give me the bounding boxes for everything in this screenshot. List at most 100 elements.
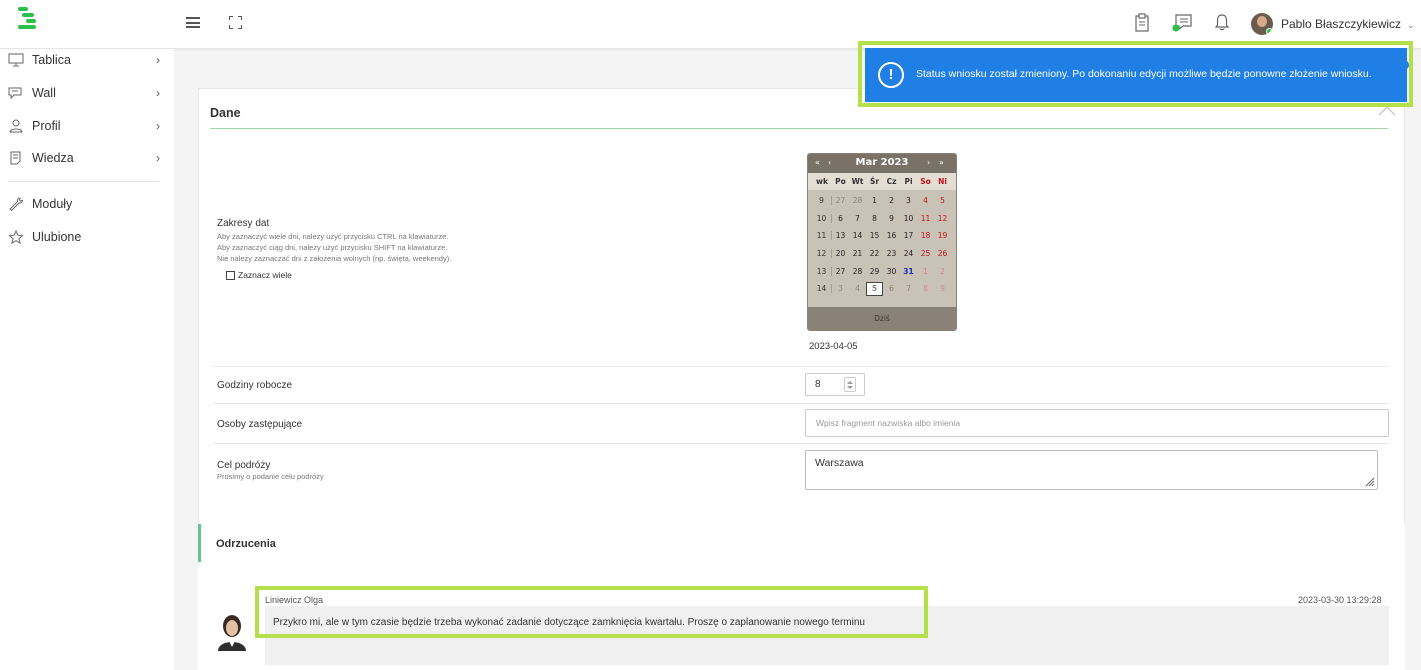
calendar-day[interactable]: 18 — [917, 231, 934, 240]
calendar-day[interactable]: 10 — [900, 214, 917, 223]
calendar-day[interactable]: 30 — [883, 267, 900, 276]
calendar-day[interactable]: 23 — [883, 249, 900, 258]
calendar-day[interactable]: 6 — [832, 214, 849, 223]
next-year-icon[interactable]: » — [939, 158, 944, 167]
substitutes-label: Osoby zastępujące — [217, 419, 303, 430]
calendar-day[interactable]: 1 — [917, 267, 934, 276]
chat-icon — [8, 87, 22, 100]
trip-purpose-label: Cel podróży — [217, 460, 271, 471]
section-rule — [210, 128, 1388, 129]
book-icon — [10, 151, 21, 165]
row-divider — [213, 366, 1390, 367]
date-ranges-hint: Aby zaznaczyć wiele dni, należy użyć prz… — [217, 232, 449, 241]
fullscreen-icon[interactable] — [229, 16, 242, 29]
calendar-day[interactable]: 5 — [934, 196, 951, 205]
calendar-day[interactable]: 14 — [849, 231, 866, 240]
bell-icon[interactable] — [1213, 13, 1231, 32]
calendar-day[interactable]: 4 — [849, 284, 866, 293]
toast-close-dot[interactable] — [1399, 60, 1409, 70]
working-hours-input[interactable]: 8 — [805, 373, 865, 396]
calendar-day[interactable]: 19 — [934, 231, 951, 240]
sidebar-item-profil[interactable]: Profil › — [8, 115, 168, 137]
calendar-day[interactable]: 3 — [900, 196, 917, 205]
calendar-day[interactable]: 29 — [866, 267, 883, 276]
calendar-day[interactable]: 3 — [832, 284, 849, 293]
calendar-day[interactable]: 25 — [917, 249, 934, 258]
resize-grip-icon[interactable] — [1365, 477, 1375, 487]
calendar-day[interactable]: 31 — [900, 267, 917, 276]
calendar-day[interactable]: 24 — [900, 249, 917, 258]
today-button[interactable]: Dziś — [808, 307, 956, 330]
user-menu[interactable]: Pablo Błaszczykiewicz ⌄ — [1251, 11, 1415, 37]
comment-text: Przykro mi, ale w tym czasie będzie trze… — [273, 617, 865, 628]
sidebar-item-ulubione[interactable]: Ulubione — [8, 226, 168, 248]
calendar-day[interactable]: 26 — [934, 249, 951, 258]
weekday-header: Wt — [851, 177, 864, 186]
substitutes-input[interactable] — [805, 409, 1389, 437]
calendar-day[interactable]: 20 — [832, 249, 849, 258]
status-toast[interactable]: ! Status wniosku został zmieniony. Po do… — [865, 48, 1407, 102]
spinner-icon[interactable] — [844, 377, 856, 392]
calendar-day[interactable]: 28 — [849, 267, 866, 276]
sidebar-item-label: Moduły — [32, 197, 73, 211]
calendar-day[interactable]: 12 — [934, 214, 951, 223]
rejections-title: Odrzucenia — [216, 538, 276, 550]
trip-purpose-hint: Prosimy o podanie celu podróży — [217, 472, 324, 481]
weekday-header: Cz — [886, 177, 897, 186]
sidebar-item-moduly[interactable]: Moduły — [8, 193, 168, 215]
calendar-day[interactable]: 13 — [832, 231, 849, 240]
working-hours-value: 8 — [815, 379, 821, 390]
next-month-icon[interactable]: › — [927, 158, 930, 167]
sidebar-item-label: Profil — [32, 119, 61, 133]
calendar-day[interactable]: 2 — [934, 267, 951, 276]
section-title: Dane — [210, 106, 241, 120]
calendar-day[interactable]: 7 — [849, 214, 866, 223]
sidebar-item-label: Ulubione — [32, 230, 82, 244]
commenter-avatar — [218, 615, 246, 651]
chevron-right-icon: › — [156, 86, 160, 100]
date-ranges-hint: Nie należy zaznaczać dni z założenia wol… — [217, 254, 452, 263]
clipboard-icon[interactable] — [1133, 13, 1151, 32]
calendar-day[interactable]: 28 — [849, 196, 866, 205]
app-logo[interactable] — [14, 5, 40, 33]
calendar-day[interactable]: 17 — [900, 231, 917, 240]
date-picker-calendar[interactable]: « ‹ Mar 2023 › » wk Po Wt Śr Cz Pi So Ni 9 27 28 1… — [807, 153, 957, 331]
calendar-day[interactable]: 27 — [832, 267, 849, 276]
calendar-day[interactable]: 6 — [883, 284, 900, 293]
chevron-up-icon[interactable] — [1377, 103, 1397, 117]
toast-message: Status wniosku został zmieniony. Po doko… — [916, 68, 1372, 80]
calendar-day[interactable]: 21 — [849, 249, 866, 258]
sidebar: Tablica › Wall › Profil › Wiedza › Moduł… — [0, 49, 174, 670]
calendar-day[interactable]: 27 — [832, 196, 849, 205]
select-many-checkbox[interactable]: Zaznacz wiele — [226, 270, 292, 280]
calendar-day[interactable]: 8 — [866, 214, 883, 223]
rejections-header[interactable]: Odrzucenia — [198, 524, 1405, 562]
calendar-day[interactable]: 22 — [866, 249, 883, 258]
calendar-day[interactable]: 2 — [883, 196, 900, 205]
calendar-day[interactable]: 15 — [866, 231, 883, 240]
monitor-icon — [8, 53, 24, 67]
sidebar-item-tablica[interactable]: Tablica › — [8, 49, 168, 71]
calendar-day[interactable]: 4 — [917, 196, 934, 205]
user-avatar — [1251, 13, 1273, 35]
user-name: Pablo Błaszczykiewicz — [1281, 17, 1402, 31]
sidebar-item-wiedza[interactable]: Wiedza › — [8, 147, 168, 169]
week-number: 14 — [812, 284, 832, 294]
messages-icon[interactable] — [1171, 13, 1193, 32]
calendar-day[interactable]: 5 — [866, 281, 883, 296]
calendar-day[interactable]: 9 — [934, 284, 951, 293]
calendar-day[interactable]: 1 — [866, 196, 883, 205]
trip-purpose-textarea[interactable]: Warszawa — [805, 450, 1378, 490]
calendar-day[interactable]: 9 — [883, 214, 900, 223]
calendar-day[interactable]: 11 — [917, 214, 934, 223]
calendar-day[interactable]: 8 — [917, 284, 934, 293]
menu-toggle-icon[interactable] — [186, 17, 200, 28]
date-ranges-hint: Aby zaznaczyć ciąg dni, należy użyć przy… — [217, 243, 448, 252]
calendar-day[interactable]: 7 — [900, 284, 917, 293]
calendar-day[interactable]: 16 — [883, 231, 900, 240]
sidebar-item-wall[interactable]: Wall › — [8, 82, 168, 104]
form-card: Dane Zakresy dat Aby zaznaczyć wiele dni… — [198, 88, 1405, 525]
checkbox-box[interactable] — [226, 270, 235, 280]
week-number: 10 — [812, 213, 832, 223]
rejections-body: Liniewicz Olga 2023-03-30 13:29:28 Przyk… — [198, 562, 1405, 670]
